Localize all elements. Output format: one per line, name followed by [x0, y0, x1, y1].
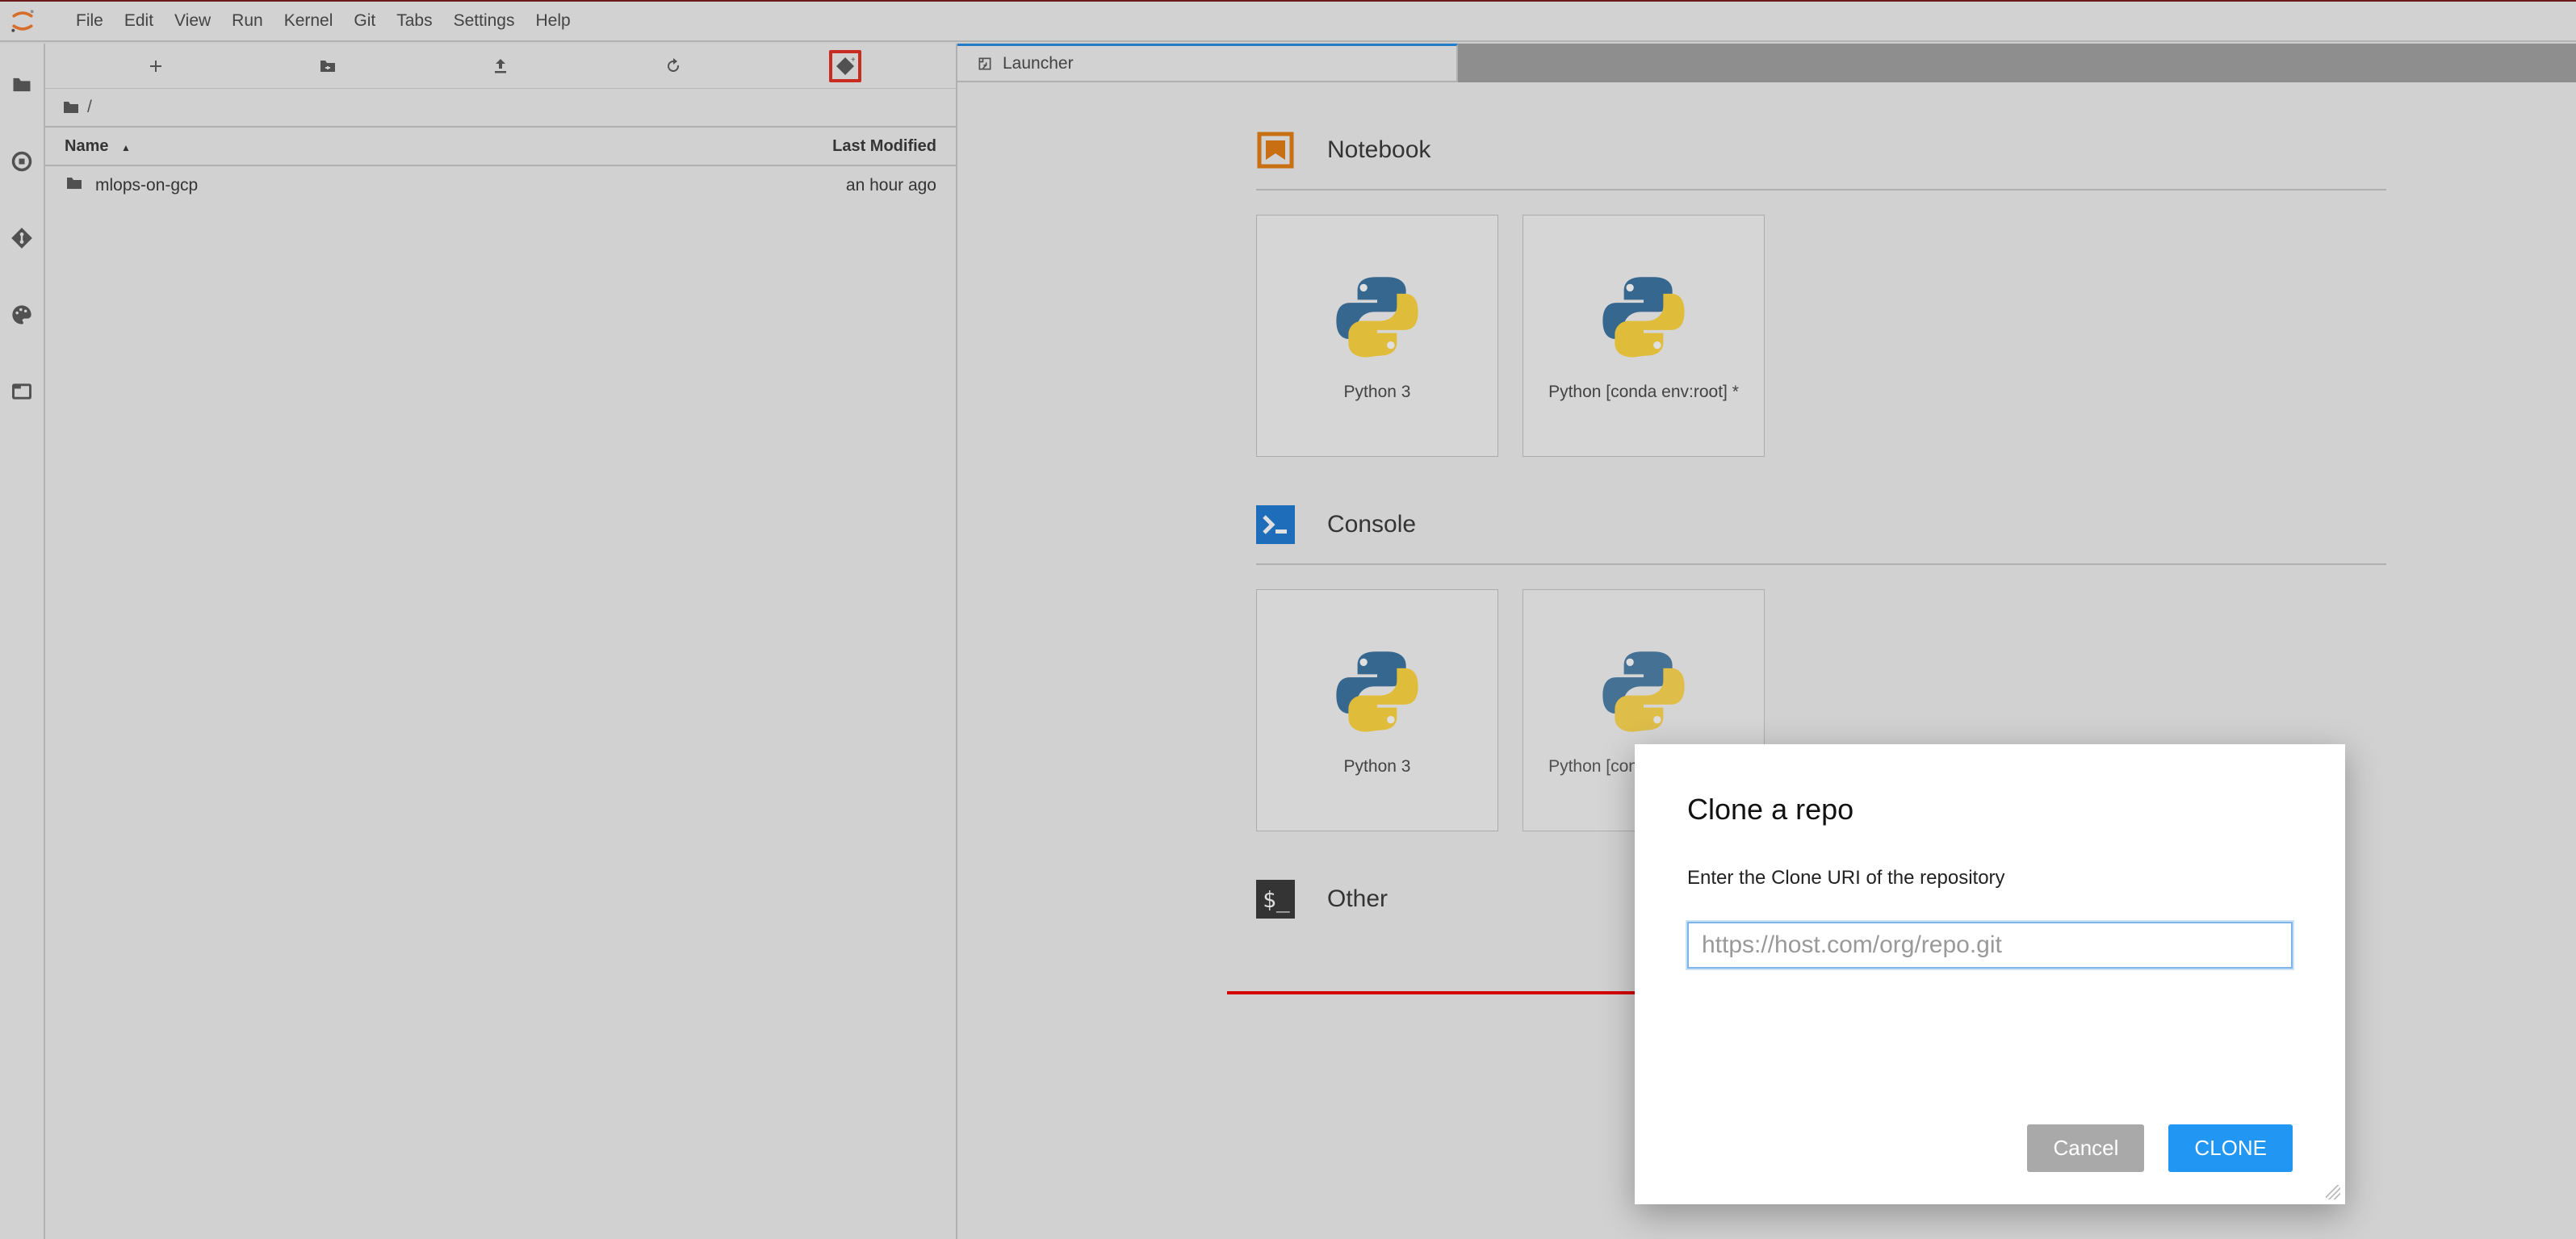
- annotation-arrow: [1227, 991, 1679, 994]
- clone-button[interactable]: CLONE: [2168, 1124, 2293, 1172]
- resize-grip-icon[interactable]: [2326, 1185, 2340, 1199]
- dialog-title: Clone a repo: [1687, 793, 2293, 827]
- clone-repo-dialog: Clone a repo Enter the Clone URI of the …: [1635, 744, 2345, 1204]
- cancel-button[interactable]: Cancel: [2027, 1124, 2144, 1172]
- clone-uri-input[interactable]: [1687, 922, 2293, 969]
- dialog-label: Enter the Clone URI of the repository: [1687, 867, 2293, 889]
